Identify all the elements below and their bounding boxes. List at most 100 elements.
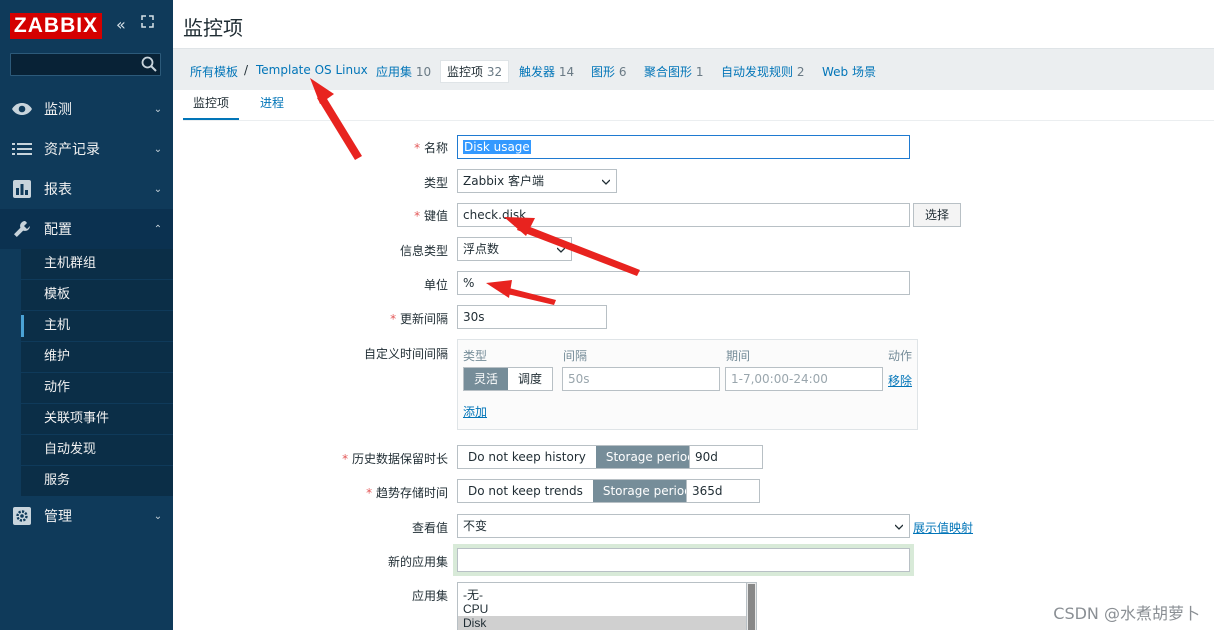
configuration-submenu: 主机群组 模板 主机 维护 动作 关联项事件 自动发现 服务 [21,249,173,497]
col-type-header: 类型 [463,349,488,363]
applications-listbox[interactable]: -无- CPU Disk [457,582,757,630]
tab-item[interactable]: 监控项 [183,96,240,120]
custom-intervals-table: 类型 间隔 期间 动作 灵活 调度 50s 1-7,00:00-24:00 移除… [457,339,918,430]
trends-do-not-keep-option[interactable]: Do not keep trends [458,480,593,502]
key-label: * 键值 [414,209,448,223]
key-field[interactable]: check.disk [457,203,910,227]
watermark: CSDN @水煮胡萝卜 [1053,604,1200,623]
name-value: Disk usage [463,140,531,154]
search-icon[interactable] [141,56,157,72]
search-input[interactable] [10,53,161,76]
page-title: 监控项 [183,16,243,40]
nav-label: 资产记录 [44,142,100,158]
nav-label: 管理 [44,509,72,525]
bar-chart-icon [0,180,44,198]
chevron-down-icon: ⌄ [153,103,163,115]
nav-configuration[interactable]: 配置 ⌃ [0,209,173,249]
eye-icon [0,102,44,116]
chevron-down-icon [895,524,903,530]
breadcrumb-count: 1 [695,65,704,79]
breadcrumb-label: 监控项 [447,65,484,79]
add-interval-link[interactable]: 添加 [463,403,487,420]
trends-period-field[interactable]: 365d [686,479,760,503]
breadcrumb-discovery-rules[interactable]: 自动发现规则 2 [721,63,804,80]
breadcrumb-all-templates[interactable]: 所有模板 [190,63,238,80]
breadcrumb-web-scenarios[interactable]: Web 场景 [822,63,876,80]
breadcrumb-graphs[interactable]: 图形 6 [591,63,626,80]
history-toggle: Do not keep history Storage period [457,445,706,469]
nav-administration[interactable]: 管理 ⌄ [0,496,173,536]
applications-label: 应用集 [411,589,448,603]
trends-toggle: Do not keep trends Storage period [457,479,703,503]
breadcrumb-items[interactable]: 监控项 32 [440,60,510,83]
kiosk-mode-icon[interactable] [141,14,154,36]
col-period-header: 期间 [726,349,751,363]
history-do-not-keep-option[interactable]: Do not keep history [458,446,596,468]
submenu-host-groups[interactable]: 主机群组 [21,249,173,280]
nav-label: 配置 [44,222,72,238]
breadcrumb-screens[interactable]: 聚合图形 1 [644,63,703,80]
submenu-event-correlation[interactable]: 关联项事件 [21,404,173,435]
list-item[interactable]: Disk [458,616,756,630]
submenu-maintenance[interactable]: 维护 [21,342,173,373]
list-item[interactable]: -无- [458,583,756,602]
scheduling-option[interactable]: 调度 [508,368,553,390]
breadcrumb-label: 应用集 [376,65,413,79]
submenu-templates[interactable]: 模板 [21,280,173,311]
submenu-hosts[interactable]: 主机 [21,311,173,342]
breadcrumb-count: 14 [558,65,575,79]
show-value-label: 查看值 [411,521,448,535]
chevron-down-icon: ⌄ [153,183,163,195]
tab-bar: 监控项 进程 [183,90,1214,121]
custom-period-field[interactable]: 1-7,00:00-24:00 [725,367,883,391]
interval-field[interactable]: 30s [457,305,607,329]
nav-reports[interactable]: 报表 ⌄ [0,169,173,209]
collapse-sidebar-icon[interactable]: « [116,14,126,36]
submenu-discovery[interactable]: 自动发现 [21,435,173,466]
col-action-header: 动作 [888,349,913,363]
breadcrumb-applications[interactable]: 应用集 10 [376,63,431,80]
zabbix-logo[interactable]: ZABBIX [10,13,102,39]
breadcrumb-label: 图形 [591,65,616,79]
select-key-button[interactable]: 选择 [913,203,961,227]
interval-label: * 更新间隔 [390,312,448,326]
breadcrumb: 所有模板 / Template OS Linux 应用集 10 监控项 32 触… [173,48,1214,90]
name-field[interactable]: Disk usage [457,135,910,159]
breadcrumb-label: 触发器 [519,65,556,79]
history-period-field[interactable]: 90d [689,445,763,469]
breadcrumb-count: 32 [486,65,503,79]
type-label: 类型 [423,176,448,190]
interval-type-toggle: 灵活 调度 [463,367,554,391]
chevron-up-icon: ⌃ [153,223,163,235]
nav-monitoring[interactable]: 监测 ⌄ [0,89,173,129]
chevron-down-icon [602,179,610,185]
type-select[interactable]: Zabbix 客户端 [457,169,617,193]
show-value-mappings-link[interactable]: 展示值映射 [913,519,973,536]
breadcrumb-template[interactable]: Template OS Linux [256,63,368,77]
trends-label: * 趋势存储时间 [366,486,448,500]
submenu-services[interactable]: 服务 [21,466,173,497]
name-label: * 名称 [414,141,448,155]
custom-interval-field[interactable]: 50s [562,367,720,391]
new-application-field[interactable] [457,548,910,572]
wrench-icon [0,220,44,238]
flexible-option[interactable]: 灵活 [464,368,509,390]
units-field[interactable]: % [457,271,910,295]
chevron-down-icon: ⌄ [153,510,163,522]
nav-label: 监测 [44,102,72,118]
breadcrumb-label: 聚合图形 [644,65,693,79]
info-type-select[interactable]: 浮点数 [457,237,572,261]
list-item[interactable]: CPU [458,602,756,616]
show-value-select[interactable]: 不变 [457,514,910,538]
nav-inventory[interactable]: 资产记录 ⌄ [0,129,173,169]
tab-preprocessing[interactable]: 进程 [250,96,294,120]
breadcrumb-triggers[interactable]: 触发器 14 [519,63,574,80]
sidebar: ZABBIX « 监测 ⌄ 资产记录 ⌄ 报表 ⌄ 配置 ⌃ 主机群组 模板 主… [0,0,173,630]
chevron-down-icon: ⌄ [153,143,163,155]
breadcrumb-count: 10 [415,65,432,79]
submenu-actions[interactable]: 动作 [21,373,173,404]
applications-scrollbar[interactable] [746,583,756,630]
breadcrumb-separator: / [244,63,249,77]
remove-interval-link[interactable]: 移除 [888,372,912,389]
chevron-down-icon [557,247,565,253]
